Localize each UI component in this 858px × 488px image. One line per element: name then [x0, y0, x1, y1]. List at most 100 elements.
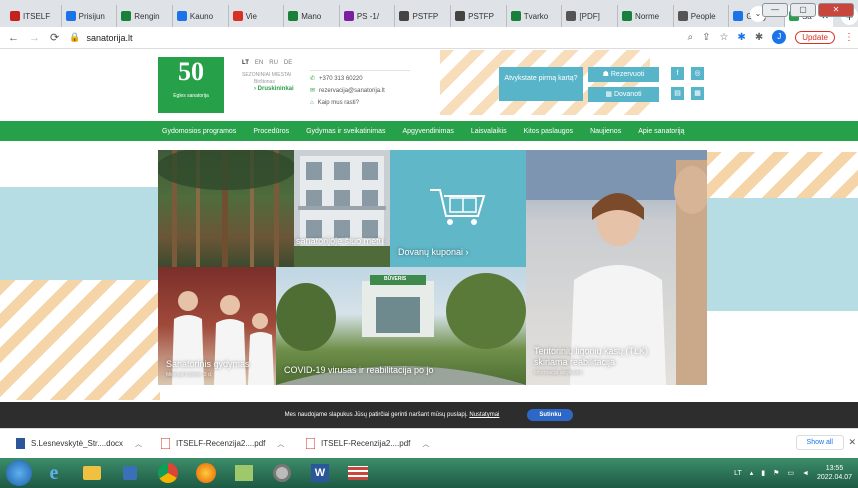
directions-link[interactable]: ⌂ Kaip mus rasti?	[310, 97, 410, 109]
email-contact[interactable]: ✉ rezervacija@sanatorija.lt	[310, 85, 410, 97]
download-item[interactable]: ITSELF-Recenzija2....pdf ︿	[161, 438, 306, 449]
close-window-button[interactable]: ✕	[818, 3, 854, 17]
tab-label: Mano	[301, 11, 322, 21]
forward-icon[interactable]: →	[29, 32, 40, 44]
photos-icon[interactable]	[228, 460, 260, 486]
tab-label: PSTFP	[412, 11, 439, 21]
browser-tab[interactable]: Tvarko	[507, 5, 563, 27]
browser-tab[interactable]: Mano	[284, 5, 340, 27]
phone-contact[interactable]: ✆ +370 313 60220	[310, 73, 410, 85]
browser-tab[interactable]: Rengin	[117, 5, 173, 27]
lang-lt[interactable]: LT	[242, 60, 249, 66]
season-towns: SEZONINIAI MIESTAI Birštonas › Druskinin…	[242, 72, 302, 93]
url-text: sanatorija.lt	[86, 32, 133, 43]
firefox-icon[interactable]	[190, 460, 222, 486]
clock[interactable]: 13:55 2022.04.07	[817, 464, 852, 482]
treatment-title: Sanatorinis gydymas	[166, 359, 250, 369]
close-icon[interactable]: ✕	[848, 437, 856, 448]
browser-tab[interactable]: Norme	[618, 5, 674, 27]
site-logo[interactable]: 50 Egles sanatorija	[158, 57, 224, 113]
url-field[interactable]: 🔒 sanatorija.lt	[69, 32, 132, 43]
lang-ru[interactable]: RU	[269, 60, 278, 66]
cookie-accept-button[interactable]: Sutinku	[527, 409, 574, 421]
browser-tab[interactable]: PSTFP	[395, 5, 452, 27]
browser-tab[interactable]: Vie	[229, 5, 285, 27]
start-button[interactable]	[6, 460, 32, 486]
tray-arrow-icon[interactable]: ▴	[750, 469, 754, 477]
zoom-icon[interactable]: ⌕	[687, 32, 693, 43]
season-town-birstonas[interactable]: Birštonas	[254, 79, 302, 86]
browser-tab[interactable]: People	[674, 5, 730, 27]
reload-icon[interactable]: ⟳	[50, 31, 59, 44]
minimize-button[interactable]: —	[762, 3, 788, 17]
facebook-icon[interactable]: f	[671, 67, 684, 80]
lang-en[interactable]: EN	[255, 60, 263, 66]
first-visit-button[interactable]: Atvykstate pirmą kartą?	[499, 67, 583, 101]
tab-favicon-icon	[121, 11, 132, 21]
lang-de[interactable]: DE	[284, 60, 292, 66]
nav-other-services[interactable]: Kitos paslaugos	[524, 128, 573, 135]
download-item[interactable]: S.Lesnevskytė_Str....docx ︿	[16, 438, 161, 449]
back-icon[interactable]: ←	[8, 32, 19, 44]
nav-treatment[interactable]: Gydymas ir sveikatinimas	[306, 128, 385, 135]
nav-programs[interactable]: Gydomosios programos	[162, 128, 236, 135]
tile-covid-caption: COVID-19 virusas ir reabilitacija po jo	[284, 365, 434, 375]
maximize-button[interactable]: ▢	[790, 3, 816, 17]
tile-building[interactable]: DUK: kaip organizuojama veikla sanatorij…	[294, 150, 390, 267]
battery-icon[interactable]: ▭	[787, 469, 794, 477]
tile-duk[interactable]	[158, 150, 294, 267]
browser-tab[interactable]: PSTFP	[451, 5, 507, 27]
nav-about[interactable]: Apie sanatoriją	[638, 128, 684, 135]
disc-icon[interactable]	[266, 460, 298, 486]
contact-info: ✆ +370 313 60220 ✉ rezervacija@sanatorija.…	[310, 70, 410, 109]
clock-time: 13:55	[825, 465, 844, 472]
update-button[interactable]: Update	[795, 30, 835, 44]
decorative-stripes-left	[0, 280, 160, 400]
flag-tray-icon[interactable]: ⚑	[773, 469, 779, 477]
tile-covid[interactable]: BŪVERIS COVID-19 virusas ir reabilitacij…	[276, 267, 526, 385]
nav-leisure[interactable]: Laisvalaikis	[471, 128, 507, 135]
instagram-icon[interactable]: ◎	[691, 67, 704, 80]
browser-tab[interactable]: Prisijun	[62, 5, 118, 27]
language-indicator[interactable]: LT	[734, 470, 742, 477]
file-explorer-icon[interactable]	[76, 460, 108, 486]
ie-icon[interactable]: e	[38, 460, 70, 486]
nav-procedures[interactable]: Procedūros	[253, 128, 289, 135]
browser-tab[interactable]: [PDF]	[562, 5, 619, 27]
reserve-icon: ☗	[602, 71, 609, 78]
network-icon[interactable]: ▮	[761, 469, 765, 477]
cookie-settings-link[interactable]: Nustatymai	[469, 412, 499, 418]
tile-tlk[interactable]: Teritorinių ligonių kasų (TLK) skiriama …	[526, 150, 707, 385]
chevron-up-icon[interactable]: ︿	[135, 439, 142, 449]
volume-icon[interactable]: ◄	[802, 470, 809, 477]
flag-icon[interactable]	[342, 460, 374, 486]
browser-tab[interactable]: ITSELF	[6, 5, 62, 27]
season-town-druskininkai[interactable]: › Druskininkai	[254, 86, 302, 93]
chevron-up-icon[interactable]: ︿	[277, 439, 284, 449]
nav-news[interactable]: Naujienos	[590, 128, 621, 135]
tile-gift-vouchers[interactable]: Dovanų kuponai ›	[390, 150, 526, 267]
share-icon[interactable]: ⇪	[702, 32, 710, 43]
extensions-puzzle-icon[interactable]: ✱	[755, 32, 763, 43]
mail-icon: ✉	[310, 88, 316, 94]
reserve-button[interactable]: ☗ Rezervuoti	[588, 67, 659, 82]
chrome-icon[interactable]	[152, 460, 184, 486]
system-tray: LT ▴ ▮ ⚑ ▭ ◄ 13:55 2022.04.07	[734, 464, 852, 482]
address-bar-actions: ⌕ ⇪ ☆ ✱ ✱ J Update ⋮	[687, 30, 854, 44]
browser-tab[interactable]: PS -1/	[340, 5, 396, 27]
download-item[interactable]: ITSELF-Recenzija2....pdf ︿	[306, 438, 451, 449]
extension-icon[interactable]: ✱	[737, 32, 745, 43]
menu-icon[interactable]: ⋮	[844, 32, 854, 43]
word-icon[interactable]: W	[304, 460, 336, 486]
gift-button[interactable]: ▦ Dovanoti	[588, 87, 659, 102]
calendar-icon[interactable]: ▦	[691, 87, 704, 100]
nav-accommodation[interactable]: Apgyvendinimas	[402, 128, 453, 135]
tile-treatment[interactable]: Sanatorinis gydymas Minimali trukmė: 3 d…	[158, 267, 276, 385]
profile-avatar[interactable]: J	[772, 30, 787, 44]
bookmark-star-icon[interactable]: ☆	[719, 32, 728, 43]
browser-tab[interactable]: Kauno	[173, 5, 229, 27]
chevron-up-icon[interactable]: ︿	[422, 439, 429, 449]
gift-card-icon[interactable]: ▤	[671, 87, 684, 100]
media-player-icon[interactable]	[114, 460, 146, 486]
show-all-downloads-button[interactable]: Show all	[795, 435, 844, 450]
